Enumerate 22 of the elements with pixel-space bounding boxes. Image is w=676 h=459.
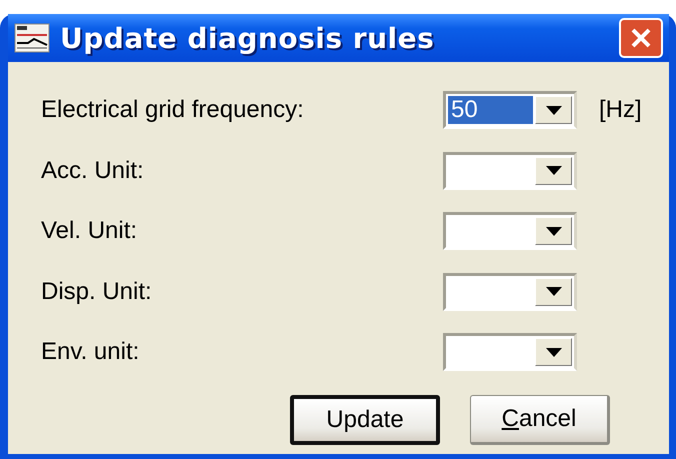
- dropdown-field[interactable]: [443, 212, 577, 250]
- dropdown-field[interactable]: [443, 152, 577, 190]
- field-label: Disp. Unit:: [41, 278, 153, 306]
- dropdown-field[interactable]: [443, 333, 577, 372]
- field-label: Acc. Unit:: [41, 156, 145, 185]
- field-label: Env. unit:: [41, 338, 140, 366]
- dropdown-field[interactable]: [443, 272, 577, 311]
- close-button[interactable]: [619, 18, 663, 58]
- caret-icon: [546, 106, 562, 115]
- unit-label: [Hz]: [599, 96, 642, 124]
- field-label: Vel. Unit:: [41, 217, 138, 246]
- window-title: Update diagnosis rules: [60, 22, 436, 54]
- dropdown-field[interactable]: 50: [443, 91, 577, 130]
- field-label: Electrical grid frequency:: [41, 96, 305, 124]
- dialog-button[interactable]: Update: [290, 394, 440, 444]
- caret-icon: [546, 287, 562, 296]
- dialog-button[interactable]: Cancel: [470, 394, 610, 444]
- close-icon: [630, 27, 652, 49]
- caret-icon: [546, 348, 562, 357]
- caret-icon: [546, 226, 562, 236]
- caret-icon: [546, 166, 562, 176]
- chart-icon: [14, 23, 50, 53]
